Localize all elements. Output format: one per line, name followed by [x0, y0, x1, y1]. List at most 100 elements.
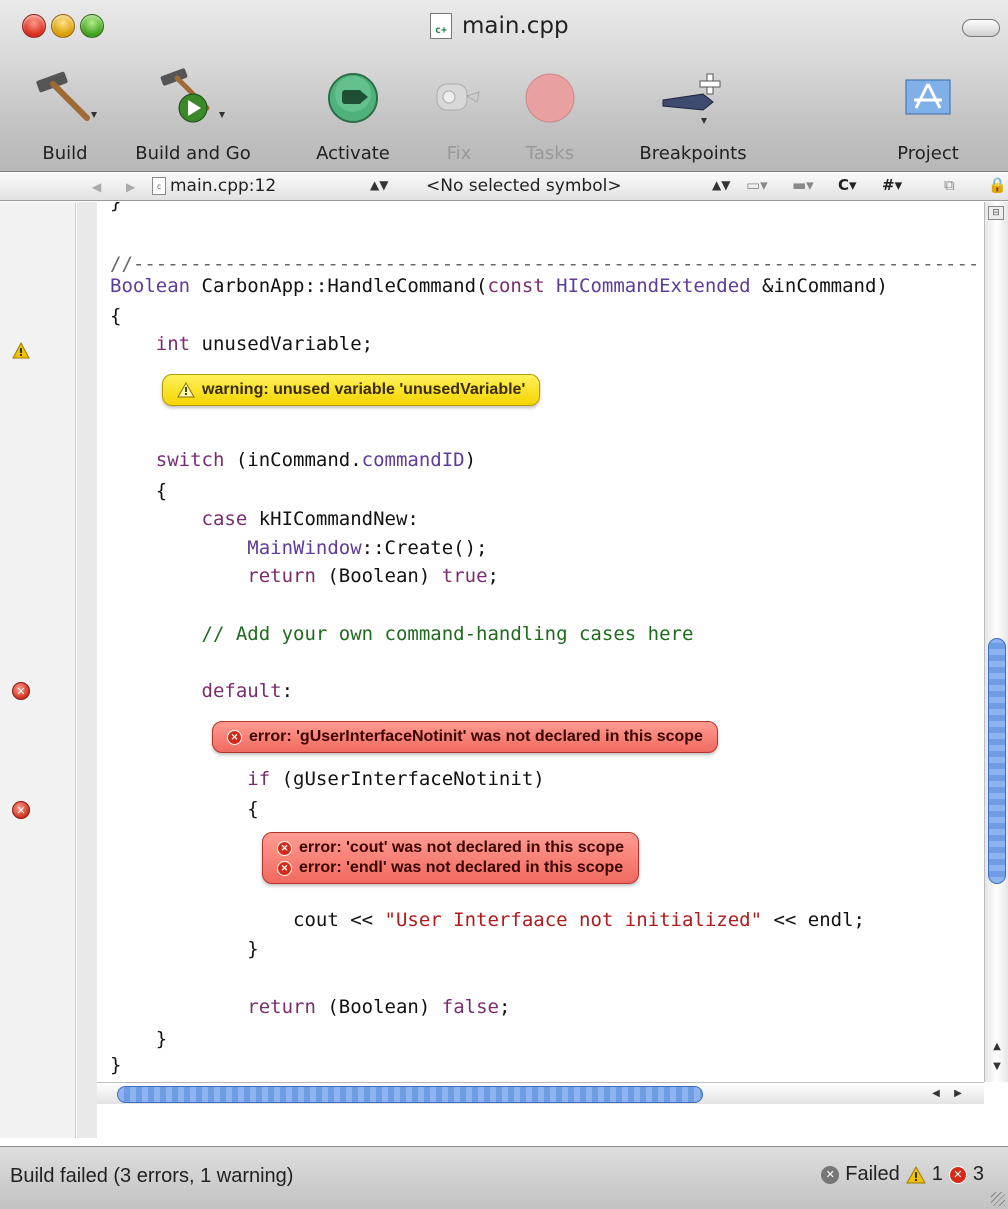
- fix-button[interactable]: Fix: [404, 62, 514, 170]
- code-folding-ribbon[interactable]: [77, 202, 97, 1138]
- symbol-popup-updown-icon[interactable]: ▲▼: [712, 178, 730, 192]
- code-token: false: [441, 996, 499, 1018]
- resize-grip-icon[interactable]: [991, 1192, 1005, 1206]
- warning-bubble[interactable]: warning: unused variable 'unusedVariable…: [162, 374, 541, 406]
- source-code[interactable]: } //------------------------------------…: [110, 202, 980, 1082]
- toggle-toolbar-button[interactable]: [962, 19, 1000, 37]
- code-line: }: [110, 937, 258, 961]
- class-menu-button[interactable]: C▾: [838, 176, 857, 194]
- code-token: //--------------------------------------…: [110, 253, 980, 275]
- error-row: ✕ error: 'endl' was not declared in this…: [277, 859, 624, 877]
- code-line: }: [110, 1053, 121, 1077]
- breakpoints-button[interactable]: Breakpoints: [618, 62, 768, 170]
- error-count: 3: [972, 1163, 984, 1185]
- scroll-right-arrow-icon[interactable]: ▶: [949, 1085, 967, 1103]
- code-token: default: [110, 680, 282, 702]
- status-bar: Build failed (3 errors, 1 warning) ✕ Fai…: [0, 1146, 1008, 1209]
- code-token: MainWindow: [110, 537, 362, 559]
- code-token: true: [441, 565, 488, 587]
- activate-button[interactable]: Activate: [288, 62, 418, 170]
- editor-gutter[interactable]: ✕ ✕: [0, 202, 76, 1138]
- breakpoints-icon: [662, 73, 721, 124]
- error-icon: ✕: [277, 860, 292, 876]
- bookmarks-icon[interactable]: ▭▾: [746, 176, 768, 194]
- code-token: {: [110, 480, 168, 502]
- breakpoints-menu-icon[interactable]: ▬▾: [792, 176, 814, 194]
- code-line: return (Boolean) false;: [110, 995, 510, 1019]
- code-token: :: [281, 680, 294, 702]
- code-token: {: [110, 305, 122, 327]
- gutter-error-icon[interactable]: ✕: [12, 801, 30, 819]
- error-message: error: 'gUserInterfaceNotinit' was not d…: [249, 728, 703, 745]
- code-token: ;: [498, 996, 511, 1018]
- include-menu-button[interactable]: #▾: [882, 176, 902, 194]
- build-status-message: Build failed (3 errors, 1 warning): [10, 1165, 294, 1187]
- code-line: MainWindow::Create();: [110, 536, 488, 560]
- file-popup-updown-icon[interactable]: ▲▼: [370, 178, 388, 192]
- tasks-button[interactable]: Tasks: [500, 62, 600, 170]
- tasks-label: Tasks: [525, 143, 575, 164]
- code-token: {: [110, 798, 259, 820]
- code-token: ;: [487, 565, 499, 587]
- counterpart-icon[interactable]: ⧉: [944, 176, 955, 194]
- error-bubble[interactable]: ✕ error: 'cout' was not declared in this…: [262, 832, 640, 884]
- file-history-popup[interactable]: c main.cpp:12: [152, 176, 276, 196]
- warning-icon: [177, 382, 195, 398]
- code-line: switch (inCommand.commandID): [110, 448, 476, 472]
- code-line: {: [110, 479, 167, 503]
- symbol-popup[interactable]: <No selected symbol>: [426, 176, 622, 196]
- error-icon: ✕: [277, 840, 292, 856]
- vertical-scroll-thumb[interactable]: [988, 638, 1006, 884]
- scroll-left-arrow-icon[interactable]: ◀: [927, 1085, 945, 1103]
- gutter-warning-icon[interactable]: [12, 342, 30, 360]
- error-message: error: 'endl' was not declared in this s…: [299, 859, 624, 876]
- close-window-button[interactable]: [22, 14, 46, 38]
- code-token: ::Create();: [361, 537, 488, 559]
- code-token: return: [110, 565, 316, 587]
- code-token: // Add your own command-handling cases h…: [110, 623, 694, 645]
- code-token: (Boolean): [315, 565, 442, 587]
- code-token: CarbonApp::HandleCommand(: [190, 275, 488, 297]
- project-icon: [905, 79, 951, 115]
- code-token: }: [110, 1028, 168, 1050]
- code-token: &inCommand): [750, 275, 888, 297]
- code-token: (inCommand.: [224, 449, 362, 471]
- code-line: if (gUserInterfaceNotinit): [110, 767, 545, 791]
- cpp-document-icon: [430, 13, 452, 39]
- window-title: main.cpp: [462, 13, 569, 39]
- activate-label: Activate: [316, 143, 390, 164]
- code-token: Boolean: [110, 275, 191, 297]
- lock-icon[interactable]: 🔒: [988, 176, 1007, 194]
- class-menu-label: C: [838, 176, 850, 194]
- split-view-icon[interactable]: ⊟: [988, 206, 1004, 220]
- horizontal-scroll-thumb[interactable]: [117, 1086, 703, 1103]
- error-icon: ✕: [227, 729, 242, 745]
- tasks-stop-icon: [525, 73, 575, 123]
- error-bubble[interactable]: ✕ error: 'gUserInterfaceNotinit' was not…: [212, 721, 718, 753]
- vertical-scrollbar[interactable]: ⊟ ▲ ▼: [984, 202, 1008, 1082]
- code-line: default:: [110, 679, 294, 703]
- build-and-go-button[interactable]: Build and Go: [118, 62, 268, 170]
- back-arrow-icon[interactable]: ◀: [92, 180, 101, 194]
- code-token: commandID: [361, 449, 465, 471]
- warning-count-icon: [905, 1165, 926, 1183]
- code-editor[interactable]: ✕ ✕ } //--------------------------------…: [0, 202, 1008, 1140]
- code-token: HICommandExtended: [544, 275, 751, 297]
- include-menu-label: #: [882, 176, 895, 194]
- zoom-window-button[interactable]: [80, 14, 104, 38]
- code-token: (gUserInterfaceNotinit): [270, 768, 545, 790]
- gutter-error-icon[interactable]: ✕: [12, 682, 30, 700]
- horizontal-scrollbar[interactable]: ◀ ▶: [97, 1082, 984, 1104]
- minimize-window-button[interactable]: [51, 14, 75, 38]
- project-button[interactable]: Project: [868, 62, 988, 170]
- scroll-up-arrow-icon[interactable]: ▲: [988, 1038, 1006, 1056]
- code-token: "User Interfaace not initialized": [384, 909, 763, 931]
- project-label: Project: [897, 143, 959, 164]
- build-results-summary[interactable]: ✕ Failed 1 ✕ 3: [821, 1163, 984, 1186]
- forward-arrow-icon[interactable]: ▶: [126, 180, 135, 194]
- code-token: << endl;: [762, 909, 865, 931]
- failed-icon: ✕: [821, 1165, 840, 1184]
- build-button[interactable]: Build: [0, 62, 130, 170]
- code-token: }: [110, 1054, 122, 1076]
- scroll-down-arrow-icon[interactable]: ▼: [988, 1058, 1006, 1076]
